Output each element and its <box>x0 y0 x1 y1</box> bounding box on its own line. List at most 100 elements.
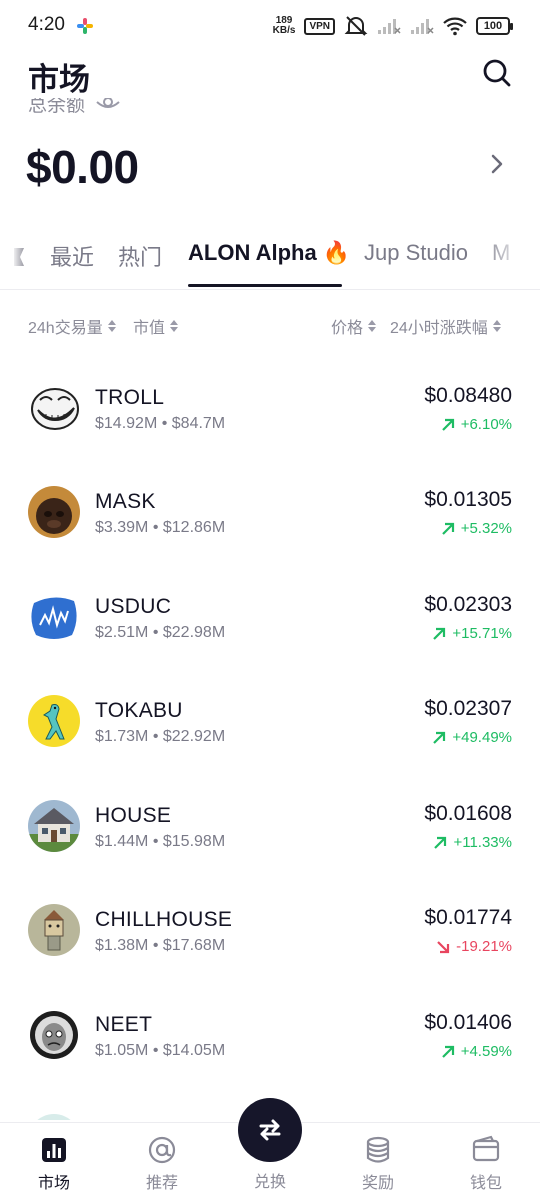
token-market-cap: $84.7M <box>171 415 226 432</box>
token-avatar-partial <box>28 1114 80 1120</box>
app-notification-icon <box>77 18 93 34</box>
search-icon[interactable] <box>482 58 512 88</box>
arrow-up-right-icon <box>441 522 454 535</box>
neet-logo-icon <box>28 1009 80 1061</box>
token-row-troll[interactable]: TROLL $14.92M • $84.7M $0.08480 +6.10% <box>0 350 540 454</box>
token-change-value: -19.21% <box>456 938 512 955</box>
house-logo-icon <box>28 800 80 852</box>
token-price: $0.08480 <box>424 384 512 407</box>
usduc-logo-icon <box>28 591 80 643</box>
eye-icon[interactable] <box>96 98 120 118</box>
token-row-mask[interactable]: MASK $3.39M • $12.86M $0.01305 +5.32% <box>0 454 540 558</box>
token-price: $0.01774 <box>424 906 512 929</box>
token-avatar-house <box>28 800 80 852</box>
tab-recent[interactable]: 最近 <box>50 240 94 272</box>
token-symbol: MASK <box>95 490 156 513</box>
token-row-house[interactable]: HOUSE $1.44M • $15.98M $0.01608 +11.33% <box>0 768 540 872</box>
token-change: +11.33% <box>433 834 512 851</box>
sort-market-cap-label: 市值 <box>133 320 166 337</box>
mask-avatar-icon <box>28 486 80 538</box>
tab-jup-studio[interactable]: Jup Studio <box>364 240 468 266</box>
token-change-value: +11.33% <box>453 834 512 851</box>
token-change-value: +6.10% <box>460 416 512 433</box>
token-change-value: +5.32% <box>460 520 512 537</box>
token-avatar-tokabu <box>28 695 80 747</box>
swap-button[interactable] <box>238 1098 302 1162</box>
token-price: $0.02307 <box>424 697 512 720</box>
token-row-usduc[interactable]: USDUC $2.51M • $22.98M $0.02303 +15.71% <box>0 559 540 663</box>
token-volume: $1.73M <box>95 728 149 745</box>
token-price: $0.01305 <box>424 488 512 511</box>
nav-recommend[interactable]: 推荐 <box>122 1135 202 1193</box>
token-market-cap: $12.86M <box>162 519 226 536</box>
balance-label-text: 总余额 <box>28 98 86 116</box>
chevron-right-icon[interactable] <box>490 153 504 175</box>
token-row-tokabu[interactable]: TOKABU $1.73M • $22.92M $0.02307 +49.49% <box>0 663 540 767</box>
category-tabs: 最近 热门 ALON Alpha 🔥 Jup Studio M <box>0 228 540 290</box>
nav-market-label: 市场 <box>37 1175 70 1192</box>
chillhouse-logo-icon <box>28 904 80 956</box>
token-stats: $3.39M • $12.86M <box>95 519 226 536</box>
token-stats: $14.92M • $84.7M <box>95 415 226 432</box>
nav-market[interactable]: 市场 <box>14 1135 94 1193</box>
token-stats: $1.44M • $15.98M <box>95 833 226 850</box>
signal-icon <box>378 19 401 34</box>
arrow-up-right-icon <box>434 836 447 849</box>
nav-wallet[interactable]: 钱包 <box>446 1135 526 1193</box>
token-market-cap: $15.98M <box>162 833 226 850</box>
token-row-chillhouse[interactable]: CHILLHOUSE $1.38M • $17.68M $0.01774 -19… <box>0 872 540 976</box>
swap-arrows-icon <box>259 1119 281 1141</box>
wallet-icon <box>472 1135 500 1162</box>
arrow-up-right-icon <box>441 1045 454 1058</box>
nav-wallet-label: 钱包 <box>469 1175 502 1192</box>
nav-recommend-label: 推荐 <box>145 1175 178 1192</box>
nav-swap-label: 兑换 <box>253 1174 286 1191</box>
status-indicators: 189 KB/s VPN 100 <box>273 14 513 38</box>
token-avatar-mask <box>28 486 80 538</box>
token-volume: $2.51M <box>95 624 149 641</box>
token-market-cap: $17.68M <box>162 937 226 954</box>
arrow-up-right-icon <box>433 731 446 744</box>
nav-rewards[interactable]: 奖励 <box>338 1135 418 1193</box>
tabs-right-fade <box>480 228 540 288</box>
balance-label: 总余额 <box>28 98 85 120</box>
signal-icon-secondary <box>411 19 434 34</box>
token-stats: $2.51M • $22.98M <box>95 624 226 641</box>
token-price: $0.01608 <box>424 802 512 825</box>
tab-alon-alpha[interactable]: ALON Alpha 🔥 <box>188 240 350 266</box>
sort-market-cap[interactable]: 市值 <box>133 314 179 338</box>
tab-hot[interactable]: 热门 <box>118 240 162 272</box>
token-symbol: CHILLHOUSE <box>95 908 233 931</box>
token-stats: $1.38M • $17.68M <box>95 937 226 954</box>
vpn-badge: VPN <box>304 17 335 35</box>
sort-change[interactable]: 24小时涨跌幅 <box>390 314 501 338</box>
network-speed-unit: KB/s <box>272 25 296 36</box>
network-speed: 189 KB/s <box>273 16 296 36</box>
token-row-neet[interactable]: NEET $1.05M • $14.05M $0.01406 +4.59% <box>0 977 540 1081</box>
sort-arrows-icon <box>107 320 116 332</box>
token-change-value: +49.49% <box>452 729 512 746</box>
partial-token-icon <box>28 1114 80 1120</box>
sort-volume-label: 24h交易量 <box>28 320 103 337</box>
sort-arrows-icon <box>492 320 501 332</box>
token-symbol: TROLL <box>95 386 165 409</box>
token-volume: $1.44M <box>95 833 149 850</box>
sort-row: 24h交易量 市值 价格 24小时涨跌幅 <box>0 312 540 338</box>
sort-volume[interactable]: 24h交易量 <box>28 314 116 338</box>
token-symbol: USDUC <box>95 595 172 618</box>
sort-price[interactable]: 价格 <box>331 314 377 338</box>
token-change: +4.59% <box>441 1043 512 1060</box>
sort-arrows-icon <box>368 320 377 332</box>
battery-indicator: 100 <box>476 17 513 35</box>
tokabu-logo-icon <box>28 695 80 747</box>
balance-amount[interactable]: $0.00 <box>26 140 139 194</box>
tabs-left-fade <box>0 228 30 288</box>
token-symbol: TOKABU <box>95 699 183 722</box>
token-change-value: +4.59% <box>460 1043 512 1060</box>
nav-rewards-label: 奖励 <box>361 1175 394 1192</box>
arrow-up-right-icon <box>433 627 446 640</box>
token-avatar-chillhouse <box>28 904 80 956</box>
token-market-cap: $22.98M <box>162 624 226 641</box>
token-avatar-troll <box>28 382 80 434</box>
token-market-cap: $22.92M <box>162 728 226 745</box>
